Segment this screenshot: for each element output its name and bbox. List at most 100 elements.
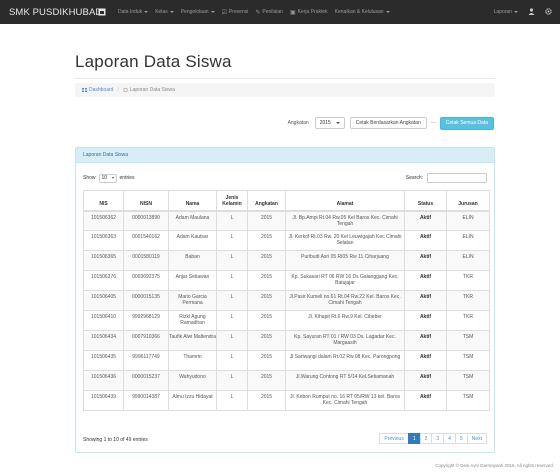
cell-alamat: Kp. Sukasari RT 06 RW 16 Ds Galanggang K… [285, 270, 405, 291]
column-header-nisn[interactable]: NISN [123, 190, 169, 212]
page-length-select[interactable]: 10 [98, 173, 117, 183]
cell-nisn: 0001580119 [123, 250, 169, 271]
cell-nama: Baban [168, 250, 217, 271]
cell-nama: Adam Maulana [168, 210, 217, 231]
cell-status: Aktif [404, 230, 447, 251]
column-header-alamat[interactable]: Alamat [285, 190, 405, 212]
cell-nis: 101506410 [83, 310, 124, 331]
cell-angkatan: 2015 [247, 330, 286, 351]
nav-laporan[interactable]: Laporan [494, 9, 518, 15]
page-length-control: Show 10 entries [83, 173, 135, 183]
cell-status: Aktif [404, 390, 447, 411]
cell-status: Aktif [404, 250, 447, 271]
table-header-row: NIS NISN Nama Jenis Kelamin Angkatan Ala… [83, 190, 490, 212]
cell-angkatan: 2015 [247, 270, 286, 291]
cell-nis: 101506434 [83, 330, 124, 351]
nav-kerja-praktek-label: Kerja Praktek [297, 9, 328, 15]
cell-alamat: Puribudi Asri 05 RI05 Rw 11 Ciharjuang [285, 250, 405, 271]
panel-heading: Laporan Data Siswa [76, 148, 494, 163]
nav-penilaian[interactable]: ✎ Penilaian [255, 9, 283, 16]
cell-nis: 101506439 [83, 390, 124, 411]
chevron-down-icon [335, 122, 340, 124]
chevron-down-icon [144, 11, 149, 13]
cell-nisn: 0000015237 [123, 370, 169, 391]
cell-angkatan: 2015 [247, 210, 286, 231]
pagination-previous[interactable]: Previous [379, 433, 409, 444]
cell-nama: Rizki Agung Ramadhan [168, 310, 217, 331]
cell-angkatan: 2015 [247, 350, 286, 371]
briefcase-icon: ▣ [289, 9, 296, 16]
angkatan-label: Angkatan [287, 120, 309, 126]
nav-pengelolaan[interactable]: Pengelolaan [181, 9, 215, 15]
cell-nisn: 0000013890 [123, 210, 169, 231]
cell-jurusan: TKR [446, 270, 490, 291]
cell-jurusan: TSM [446, 330, 490, 351]
cell-jenis-kelamin: L [216, 370, 248, 391]
breadcrumb-dashboard[interactable]: Dashboard [82, 87, 113, 93]
cell-angkatan: 2015 [247, 290, 286, 311]
cell-nisn: 0003692375 [123, 270, 169, 291]
angkatan-filter: Angkatan 2015 Cetak Berdasarkan Angkatan… [287, 116, 494, 130]
chevron-down-icon [385, 11, 390, 13]
column-header-nama[interactable]: Nama [168, 190, 217, 212]
angkatan-select[interactable]: 2015 [314, 117, 345, 129]
cell-alamat: Kp. Sayuran RT 01 / RW 03 Ds. Lagadar Ke… [285, 330, 405, 351]
cell-status: Aktif [404, 210, 447, 231]
table-row: 101506405 0000015135 Mario Garcia Perman… [83, 290, 490, 311]
table-controls: Show 10 entries Search: [83, 173, 487, 183]
cell-nama: Taufik Alwi Maltendra [168, 330, 217, 351]
nav-data-induk-label: Data Induk [118, 9, 143, 15]
cell-alamat: Jl. Bp.Ampi Rt.04 Rw.05 Kel Baros Kec. C… [285, 210, 405, 231]
entries-label: entries [119, 175, 135, 181]
nav-kerja-praktek[interactable]: ▣ Kerja Praktek [290, 9, 328, 16]
pagination-next[interactable]: Next [466, 433, 487, 444]
nav-presensi[interactable]: ☑ Presensi [222, 9, 249, 16]
table-row: 101506410 9992968129 Rizki Agung Ramadha… [83, 310, 490, 331]
cell-status: Aktif [404, 310, 447, 331]
cell-status: Aktif [404, 370, 447, 391]
home-icon[interactable] [98, 8, 106, 16]
print-by-angkatan-button[interactable]: Cetak Berdasarkan Angkatan [349, 117, 427, 129]
cell-status: Aktif [404, 290, 447, 311]
cell-nis: 101506363 [83, 230, 124, 251]
cell-jenis-kelamin: L [216, 330, 248, 351]
chevron-down-icon [210, 11, 215, 13]
cell-nis: 101506435 [83, 350, 124, 371]
cell-alamat: Jl Sariwangi dalam Rt.02 Rw.08 Kec. Paro… [285, 350, 405, 371]
navbar-right: Laporan [485, 0, 552, 24]
cell-jenis-kelamin: L [216, 210, 248, 231]
print-all-button[interactable]: Cetak Semua Data [439, 116, 494, 130]
column-header-angkatan[interactable]: Angkatan [247, 190, 286, 212]
search-input[interactable] [427, 173, 487, 183]
cell-jenis-kelamin: L [216, 230, 248, 251]
nav-data-induk[interactable]: Data Induk [118, 9, 149, 15]
breadcrumb-current: Laporan Data Siswa [123, 87, 175, 93]
search-control: Search: [406, 173, 487, 183]
cell-status: Aktif [404, 270, 447, 291]
column-header-nis[interactable]: NIS [83, 190, 124, 212]
footer-copyright: Copyright © Desi Ayni Darmayanti 2016. A… [435, 463, 554, 468]
app-brand[interactable]: SMK PUSDIKHUBAD [0, 7, 102, 18]
user-icon[interactable] [528, 7, 535, 17]
gear-icon[interactable] [545, 7, 552, 17]
cell-nisn: 9990014387 [123, 390, 169, 411]
page-length-value: 10 [101, 175, 108, 181]
cell-jenis-kelamin: L [216, 310, 248, 331]
breadcrumb-separator: / [117, 87, 119, 93]
table-row: 101506363 0001540162 Adam Kautsar L 2015… [83, 230, 490, 251]
cell-jenis-kelamin: L [216, 270, 248, 291]
column-header-jurusan[interactable]: Jurusan [446, 190, 490, 212]
nav-kelas[interactable]: Kelas [155, 9, 174, 15]
nav-kenaikan-kelulusan[interactable]: Kenaikan & Kelulusan [335, 9, 390, 15]
cell-jenis-kelamin: L [216, 250, 248, 271]
cell-jurusan: TKR [446, 310, 490, 331]
column-header-status[interactable]: Status [404, 190, 447, 212]
nav-kelas-label: Kelas [155, 9, 168, 15]
cell-angkatan: 2015 [247, 390, 286, 411]
cell-jenis-kelamin: L [216, 290, 248, 311]
cell-nis: 101506436 [83, 370, 124, 391]
cell-jurusan: TSM [446, 390, 490, 411]
cell-nisn: 0000015135 [123, 290, 169, 311]
column-header-jenis-kelamin[interactable]: Jenis Kelamin [216, 190, 248, 212]
cell-jurusan: ELIN [446, 230, 490, 251]
